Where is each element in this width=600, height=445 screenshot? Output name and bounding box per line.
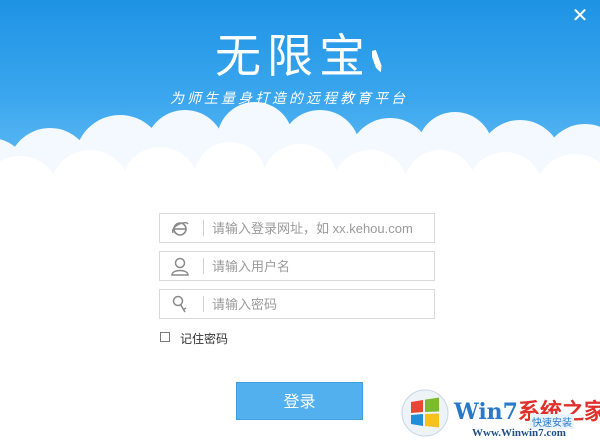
field-separator xyxy=(203,258,204,274)
remember-password-label: 记住密码 xyxy=(180,332,229,346)
watermark: Win7系统之家 快速安装 Www.Winwin7.com xyxy=(400,382,600,445)
close-button[interactable]: ✕ xyxy=(570,3,590,27)
field-separator xyxy=(203,220,204,236)
login-url-input[interactable] xyxy=(212,218,427,238)
user-icon xyxy=(171,257,189,276)
header-banner: ✕ 无限宝 为师生量身打造的远程教育平台 xyxy=(0,0,600,175)
username-field[interactable] xyxy=(159,251,435,281)
password-field[interactable] xyxy=(159,289,435,319)
remember-password-checkbox[interactable] xyxy=(160,332,170,342)
username-input[interactable] xyxy=(212,256,427,276)
close-icon: ✕ xyxy=(571,3,589,27)
login-button[interactable]: 登录 xyxy=(236,382,363,420)
password-input[interactable] xyxy=(212,294,427,314)
watermark-title: Win7系统之家 xyxy=(454,394,600,426)
watermark-url: Www.Winwin7.com xyxy=(472,427,566,439)
ie-logo-icon xyxy=(172,222,189,236)
key-icon xyxy=(172,295,187,313)
watermark-title-win: Win7 xyxy=(454,399,518,425)
windows-logo-icon xyxy=(401,389,449,437)
app-logo-text: 无限宝 xyxy=(215,29,371,83)
pencil-icon xyxy=(372,50,382,73)
slogan: 为师生量身打造的远程教育平台 xyxy=(170,91,408,107)
field-separator xyxy=(203,296,204,312)
login-url-field[interactable] xyxy=(159,213,435,243)
